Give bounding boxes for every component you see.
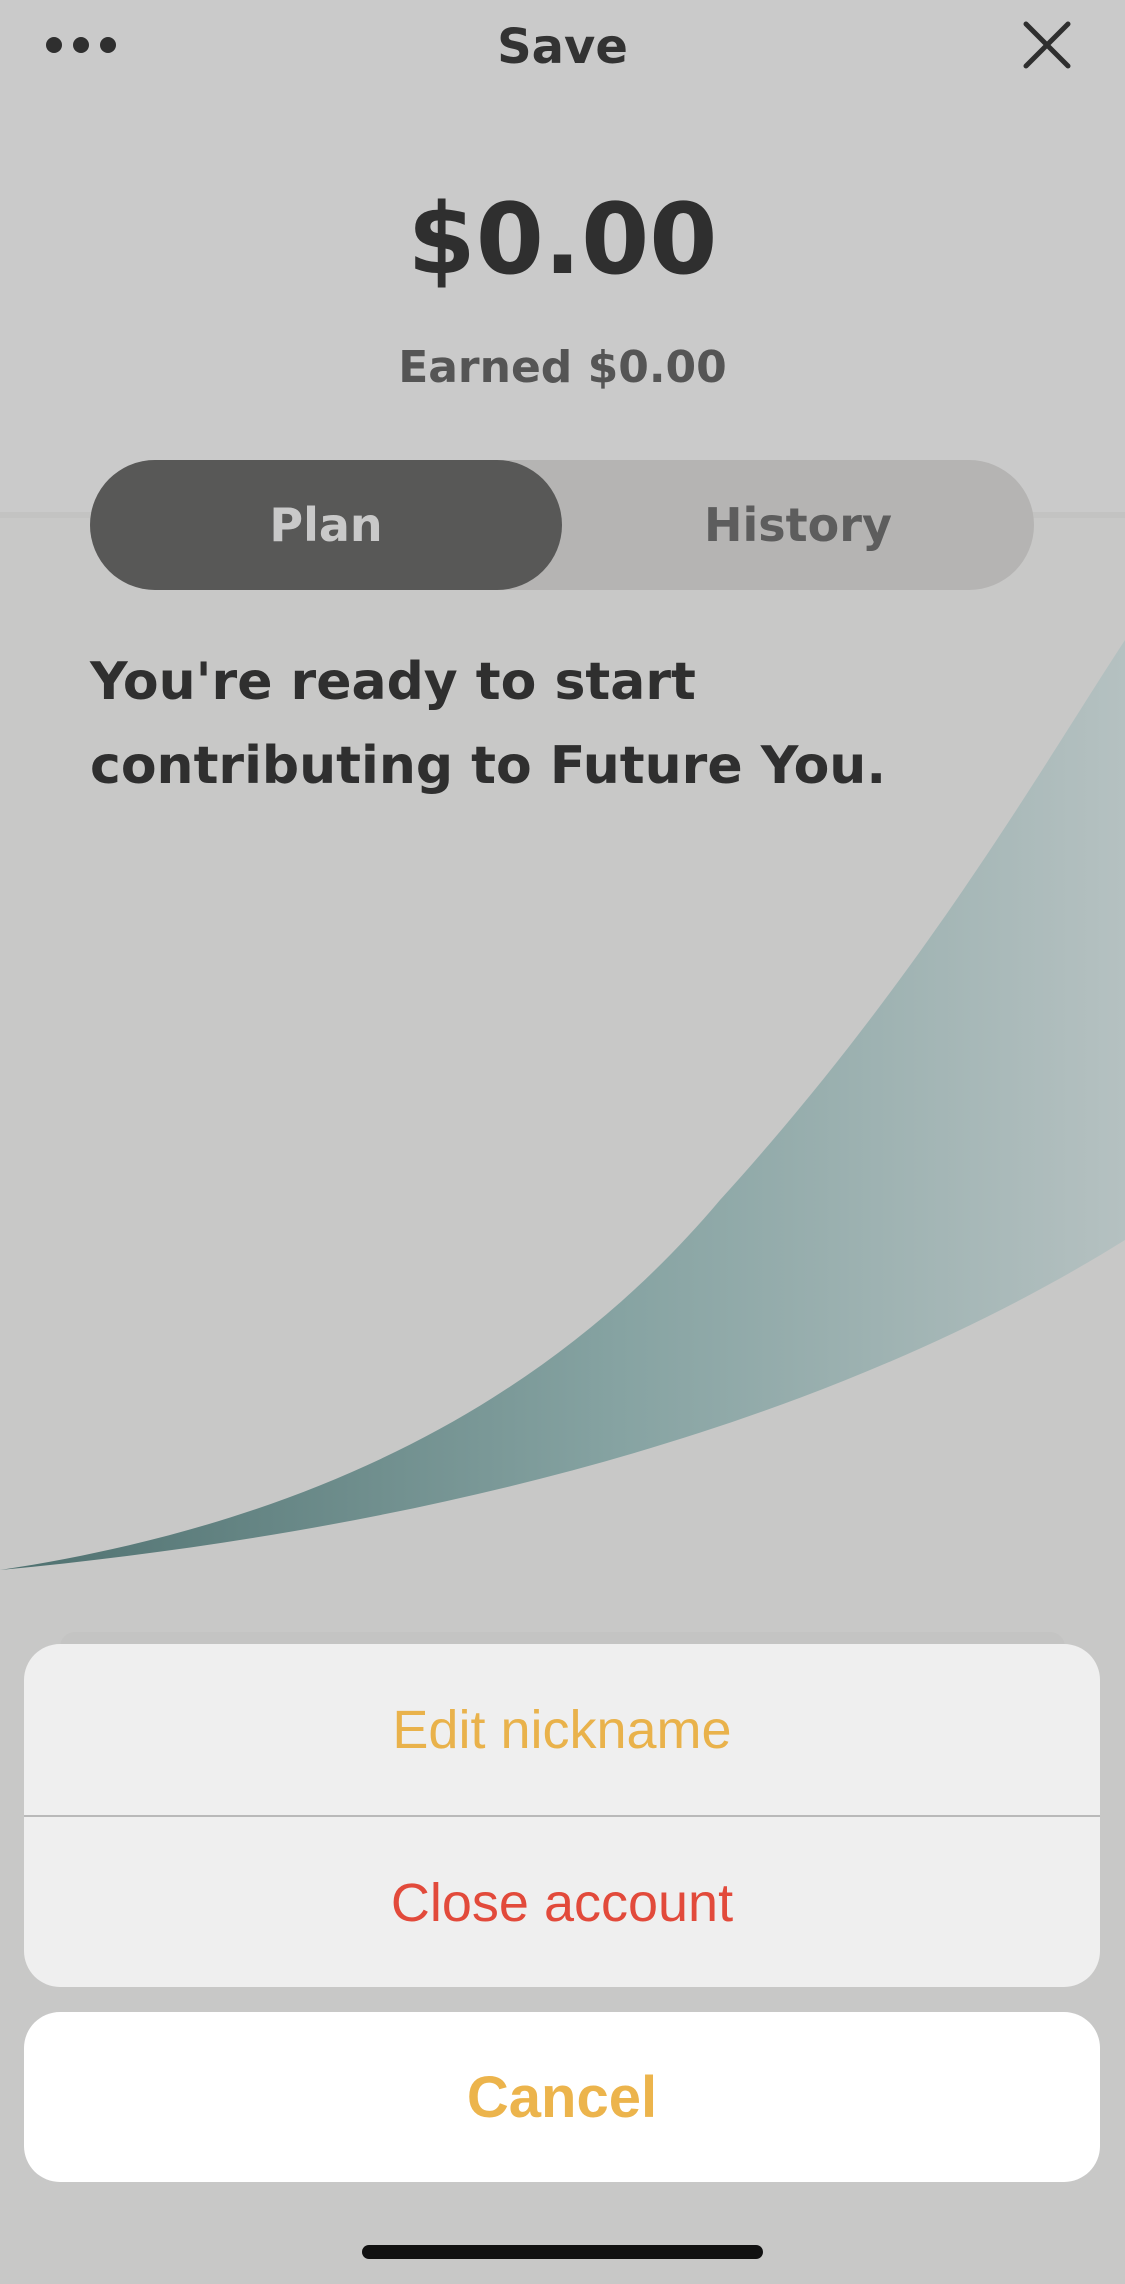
tab-plan[interactable]: Plan [90, 460, 562, 590]
page-title: Save [497, 19, 628, 75]
earned-amount: Earned $0.00 [398, 342, 727, 393]
close-icon[interactable] [1020, 18, 1074, 72]
action-sheet: Edit nickname Close account [24, 1644, 1100, 1987]
balance-amount: $0.00 [407, 183, 718, 297]
close-account-button[interactable]: Close account [24, 1817, 1100, 1987]
plan-history-tabs: Plan History [90, 460, 1034, 590]
home-indicator [362, 2245, 763, 2259]
edit-nickname-button[interactable]: Edit nickname [24, 1644, 1100, 1817]
save-screen: Save $0.00 Earned $0.00 Plan History You… [0, 0, 1125, 2284]
contribution-message: You're ready to start contributing to Fu… [90, 652, 887, 796]
tab-history[interactable]: History [562, 460, 1034, 590]
cancel-button[interactable]: Cancel [24, 2012, 1100, 2182]
